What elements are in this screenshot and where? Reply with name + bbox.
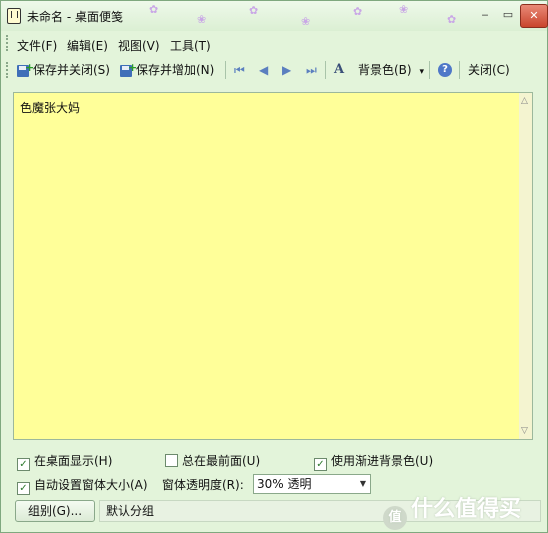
- note-text[interactable]: 色魔张大妈: [20, 99, 80, 116]
- vertical-scrollbar[interactable]: △ ▽: [519, 93, 532, 439]
- butterfly-decoration-icon: ❀: [301, 15, 311, 28]
- font-icon[interactable]: A: [334, 60, 344, 80]
- show-on-desktop-checkbox[interactable]: ✓: [17, 458, 30, 471]
- scroll-down-icon[interactable]: ▽: [521, 426, 528, 436]
- save-add-icon: [120, 58, 137, 78]
- scroll-up-icon[interactable]: △: [521, 96, 528, 106]
- save-close-icon: [17, 58, 34, 78]
- save-close-label: 保存并关闭(S): [33, 63, 110, 77]
- window-title: 未命名 - 桌面便笺: [27, 10, 123, 24]
- menu-view[interactable]: 视图(V): [118, 37, 160, 54]
- watermark-logo-icon: 值: [383, 506, 407, 530]
- toolbar-separator: [325, 61, 326, 79]
- auto-size-label: 自动设置窗体大小(A): [34, 478, 148, 492]
- last-note-icon[interactable]: ⏭: [306, 60, 317, 80]
- opacity-label: 窗体透明度(R):: [162, 478, 244, 492]
- butterfly-decoration-icon: ❀: [197, 13, 207, 26]
- toolbar-separator: [459, 61, 460, 79]
- watermark: 值什么值得买: [383, 491, 521, 530]
- background-color-label: 背景色(B): [358, 63, 412, 77]
- gradient-background-option[interactable]: ✓ 使用渐进背景色(U): [314, 452, 433, 471]
- title-bar[interactable]: 未命名 - 桌面便笺 ✿ ❀ ✿ ❀ ✿ ❀ ✿ ‒ ▭ ✕: [1, 1, 548, 31]
- first-note-icon[interactable]: ⏮: [234, 60, 245, 80]
- save-and-add-button[interactable]: 保存并增加(N): [120, 58, 215, 80]
- menu-file[interactable]: 文件(F): [17, 37, 57, 54]
- next-note-icon[interactable]: ▶: [282, 60, 291, 80]
- group-button[interactable]: 组别(G)...: [15, 500, 95, 522]
- sticky-note-window: 未命名 - 桌面便笺 ✿ ❀ ✿ ❀ ✿ ❀ ✿ ‒ ▭ ✕ 文件(F) 编辑(…: [0, 0, 548, 533]
- save-and-close-button[interactable]: 保存并关闭(S): [17, 58, 110, 80]
- gradient-background-checkbox[interactable]: ✓: [314, 458, 327, 471]
- note-editor[interactable]: 色魔张大妈 △ ▽: [13, 92, 533, 440]
- flower-decoration-icon: ✿: [447, 13, 457, 26]
- auto-size-checkbox[interactable]: ✓: [17, 482, 30, 495]
- previous-note-icon[interactable]: ◀: [259, 60, 268, 80]
- opacity-value: 30% 透明: [257, 477, 312, 491]
- close-note-button[interactable]: 关闭(C): [468, 60, 510, 80]
- app-icon: [7, 8, 21, 24]
- toolbar-separator: [225, 61, 226, 79]
- menu-bar: 文件(F) 编辑(E) 视图(V) 工具(T): [1, 32, 547, 54]
- toolbar-separator: [429, 61, 430, 79]
- help-icon[interactable]: ?: [438, 63, 452, 77]
- toolbar: 保存并关闭(S) 保存并增加(N) ⏮ ◀ ▶ ⏭ A 背景色(B) ▾ ? 关…: [1, 57, 547, 83]
- gradient-background-label: 使用渐进背景色(U): [331, 454, 434, 468]
- minimize-button[interactable]: ‒: [475, 5, 495, 25]
- chevron-down-icon[interactable]: ▼: [360, 475, 366, 493]
- show-on-desktop-option[interactable]: ✓ 在桌面显示(H): [17, 452, 112, 471]
- background-color-button[interactable]: 背景色(B) ▾: [358, 60, 424, 80]
- always-on-top-checkbox[interactable]: [165, 454, 178, 467]
- watermark-text: 什么值得买: [411, 497, 522, 522]
- butterfly-decoration-icon: ❀: [399, 3, 409, 16]
- close-window-button[interactable]: ✕: [520, 4, 548, 28]
- always-on-top-label: 总在最前面(U): [182, 454, 261, 468]
- show-on-desktop-label: 在桌面显示(H): [34, 454, 113, 468]
- opacity-select[interactable]: 30% 透明 ▼: [253, 474, 371, 494]
- auto-size-option[interactable]: ✓ 自动设置窗体大小(A): [17, 476, 148, 495]
- flower-decoration-icon: ✿: [353, 5, 363, 18]
- menu-edit[interactable]: 编辑(E): [67, 37, 108, 54]
- maximize-button[interactable]: ▭: [498, 5, 518, 25]
- save-add-label: 保存并增加(N): [136, 63, 215, 77]
- group-value: 默认分组: [106, 504, 155, 518]
- always-on-top-option[interactable]: 总在最前面(U): [165, 452, 260, 469]
- dropdown-arrow-icon: ▾: [419, 67, 424, 77]
- toolbar-grip[interactable]: [6, 62, 10, 78]
- flower-decoration-icon: ✿: [149, 3, 159, 16]
- menu-grip[interactable]: [6, 35, 10, 51]
- menu-tools[interactable]: 工具(T): [170, 37, 211, 54]
- flower-decoration-icon: ✿: [249, 4, 259, 17]
